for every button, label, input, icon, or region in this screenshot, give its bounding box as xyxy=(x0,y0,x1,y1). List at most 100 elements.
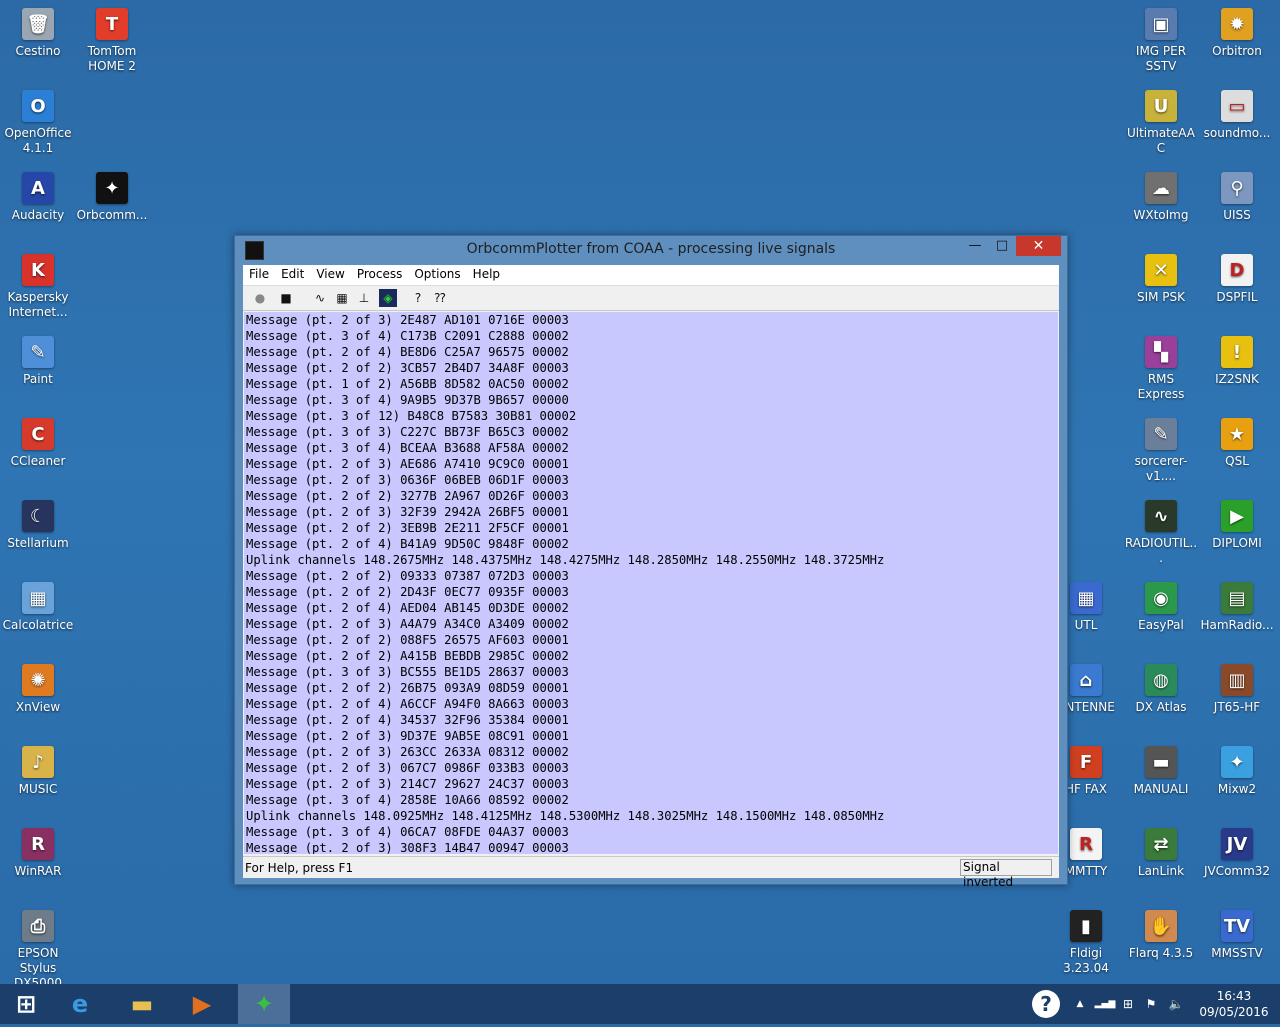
desktop-shortcut-ccleaner[interactable]: C CCleaner xyxy=(0,412,76,469)
desktop-shortcut-orbitron[interactable]: ✹ Orbitron xyxy=(1199,2,1275,59)
simpsk-icon: ✕ xyxy=(1145,254,1177,286)
desktop-shortcut-label: Fldigi 3.23.04 xyxy=(1063,946,1109,975)
log-message-line: Message (pt. 2 of 4) AED04 AB145 0D3DE 0… xyxy=(246,601,569,615)
desktop-shortcut-lanlink[interactable]: ⇄ LanLink xyxy=(1123,822,1199,879)
desktop-shortcut-label: DX Atlas xyxy=(1135,700,1187,714)
desktop-shortcut-dspfil[interactable]: D DSPFIL xyxy=(1199,248,1275,305)
menu-options[interactable]: Options xyxy=(408,265,466,285)
desktop-shortcut-manuals[interactable]: ▬ MANUALI xyxy=(1123,740,1199,797)
desktop-shortcut-paint[interactable]: ✎ Paint xyxy=(0,330,76,387)
log-message-line: Message (pt. 1 of 2) A56BB 8D582 0AC50 0… xyxy=(246,377,569,391)
ccleaner-icon: C xyxy=(22,418,54,450)
desktop-shortcut-label: DIPLOMI xyxy=(1212,536,1262,550)
maximize-button[interactable]: □ xyxy=(988,236,1016,256)
menu-help[interactable]: Help xyxy=(467,265,506,285)
log-message-line: Message (pt. 2 of 4) BE8D6 C25A7 96575 0… xyxy=(246,345,569,359)
log-message-line: Message (pt. 2 of 4) 34537 32F96 35384 0… xyxy=(246,713,569,727)
desktop-shortcut-jt65[interactable]: ▥ JT65-HF xyxy=(1199,658,1275,715)
uiss-icon: ⚲ xyxy=(1221,172,1253,204)
help-tray-icon[interactable]: ? xyxy=(1028,984,1064,1024)
desktop-shortcut-rms-express[interactable]: ▚ RMS Express xyxy=(1123,330,1199,402)
desktop-shortcut-label: Kaspersky Internet... xyxy=(7,290,69,319)
desktop-shortcut-uiss[interactable]: ⚲ UISS xyxy=(1199,166,1275,223)
recycle-bin-icon: 🗑 xyxy=(22,8,54,40)
desktop-shortcut-ultimateaac[interactable]: U UltimateAAC xyxy=(1123,84,1199,156)
log-message-line: Message (pt. 3 of 4) 06CA7 08FDE 04A37 0… xyxy=(246,825,569,839)
close-button[interactable]: ✕ xyxy=(1016,236,1061,256)
desktop-shortcut-play[interactable]: ▶ DIPLOMI xyxy=(1199,494,1275,551)
desktop-shortcut-star[interactable]: ★ QSL xyxy=(1199,412,1275,469)
file-explorer-glyph-icon: ▬ xyxy=(130,990,154,1018)
desktop-shortcut-calculator[interactable]: ▦ Calcolatrice xyxy=(0,576,76,633)
map-icon[interactable]: ◈ xyxy=(379,289,397,307)
desktop-shortcut-label: DSPFIL xyxy=(1216,290,1258,304)
start-button[interactable]: ⊞ xyxy=(0,984,52,1024)
stop-icon[interactable]: ■ xyxy=(277,289,295,307)
wxtoimg-icon: ☁ xyxy=(1145,172,1177,204)
network-signal-icon[interactable]: ▂▄▆ xyxy=(1094,984,1116,1024)
record-icon[interactable]: ● xyxy=(251,289,269,307)
desktop-shortcut-xnview[interactable]: ✺ XnView xyxy=(0,658,76,715)
axes-icon[interactable]: ⊥ xyxy=(355,289,373,307)
desktop-shortcut-fldigi[interactable]: ▮ Fldigi 3.23.04 xyxy=(1048,904,1124,976)
desktop-shortcut-mmsstv[interactable]: TV MMSSTV xyxy=(1199,904,1275,961)
dxatlas-icon: ◍ xyxy=(1145,664,1177,696)
mmsstv-icon: TV xyxy=(1221,910,1253,942)
desktop-shortcut-warning[interactable]: ! IZ2SNK xyxy=(1199,330,1275,387)
orbcomm-taskbar-icon[interactable]: ✦ xyxy=(238,984,290,1024)
desktop-shortcut-soundmodem[interactable]: ▭ soundmo... xyxy=(1199,84,1275,141)
orbcomm-plotter-window: OrbcommPlotter from COAA - processing li… xyxy=(234,235,1068,889)
title-bar[interactable]: OrbcommPlotter from COAA - processing li… xyxy=(235,236,1067,264)
menu-view[interactable]: View xyxy=(310,265,350,285)
action-center-flag-icon[interactable]: ⚑ xyxy=(1142,984,1160,1024)
show-hidden-icons-icon[interactable]: ▲ xyxy=(1072,984,1088,1024)
clock[interactable]: 16:43 09/05/2016 xyxy=(1190,988,1278,1020)
help-icon[interactable]: ? xyxy=(409,289,427,307)
desktop-shortcut-winrar[interactable]: R WinRAR xyxy=(0,822,76,879)
desktop-shortcut-recycle-bin[interactable]: 🗑 Cestino xyxy=(0,2,76,59)
desktop-shortcut-openoffice[interactable]: O OpenOffice 4.1.1 xyxy=(0,84,76,156)
desktop-shortcut-dxatlas[interactable]: ◍ DX Atlas xyxy=(1123,658,1199,715)
waveform-icon[interactable]: ∿ xyxy=(311,289,329,307)
desktop-shortcut-orbcomm[interactable]: ✦ Orbcomm... xyxy=(74,166,150,223)
desktop-shortcut-jvcomm[interactable]: JV JVComm32 xyxy=(1199,822,1275,879)
media-player-icon[interactable]: ▶ xyxy=(176,984,228,1024)
desktop-shortcut-wxtoimg[interactable]: ☁ WXtoImg xyxy=(1123,166,1199,223)
internet-explorer-icon[interactable]: e xyxy=(54,984,106,1024)
desktop-shortcut-stellarium[interactable]: ☾ Stellarium xyxy=(0,494,76,551)
log-message-line: Message (pt. 2 of 3) 2E487 AD101 0716E 0… xyxy=(246,313,569,327)
paint-icon: ✎ xyxy=(22,336,54,368)
desktop-shortcut-tomtom[interactable]: T TomTom HOME 2 xyxy=(74,2,150,74)
message-log[interactable]: Message (pt. 2 of 3) 2E487 AD101 0716E 0… xyxy=(244,312,1058,854)
desktop-shortcut-kaspersky[interactable]: K Kaspersky Internet... xyxy=(0,248,76,320)
desktop-shortcut-label: RADIOUTIL... xyxy=(1124,536,1198,565)
desktop-shortcut-audacity[interactable]: A Audacity xyxy=(0,166,76,223)
desktop-shortcut-simpsk[interactable]: ✕ SIM PSK xyxy=(1123,248,1199,305)
windows-tray-icon[interactable]: ⊞ xyxy=(1118,984,1138,1024)
menu-process[interactable]: Process xyxy=(351,265,409,285)
signal-status-panel: Signal inverted xyxy=(960,859,1052,889)
desktop-shortcut-radioutil[interactable]: ∿ RADIOUTIL... xyxy=(1123,494,1199,566)
desktop-shortcut-music-folder[interactable]: ♪ MUSIC xyxy=(0,740,76,797)
desktop-shortcut-flarq[interactable]: ✋ Flarq 4.3.5 xyxy=(1123,904,1199,961)
start-glyph-icon: ⊞ xyxy=(15,990,37,1018)
desktop-shortcut-label: Stellarium xyxy=(7,536,69,550)
context-help-icon[interactable]: ⁇ xyxy=(431,289,449,307)
desktop-shortcut-label: RMS Express xyxy=(1137,372,1185,401)
file-explorer-icon[interactable]: ▬ xyxy=(116,984,168,1024)
menu-edit[interactable]: Edit xyxy=(275,265,310,285)
jt65-icon: ▥ xyxy=(1221,664,1253,696)
volume-icon[interactable]: 🔈 xyxy=(1166,984,1186,1024)
menu-file[interactable]: File xyxy=(243,265,275,285)
grid-icon[interactable]: ▦ xyxy=(333,289,351,307)
mixw-icon: ✦ xyxy=(1221,746,1253,778)
clock-date: 09/05/2016 xyxy=(1199,1005,1269,1019)
desktop-shortcut-mixw[interactable]: ✦ Mixw2 xyxy=(1199,740,1275,797)
desktop-shortcut-sorcerer[interactable]: ✎ sorcerer-v1.... xyxy=(1123,412,1199,484)
minimize-button[interactable]: — xyxy=(961,236,989,256)
desktop-shortcut-sstv-image[interactable]: ▣ IMG PER SSTV xyxy=(1123,2,1199,74)
sstv-image-icon: ▣ xyxy=(1145,8,1177,40)
desktop-shortcut-hamradio[interactable]: ▤ HamRadio... xyxy=(1199,576,1275,633)
desktop-shortcut-easypal[interactable]: ◉ EasyPal xyxy=(1123,576,1199,633)
desktop-shortcut-label: IMG PER SSTV xyxy=(1135,44,1187,73)
